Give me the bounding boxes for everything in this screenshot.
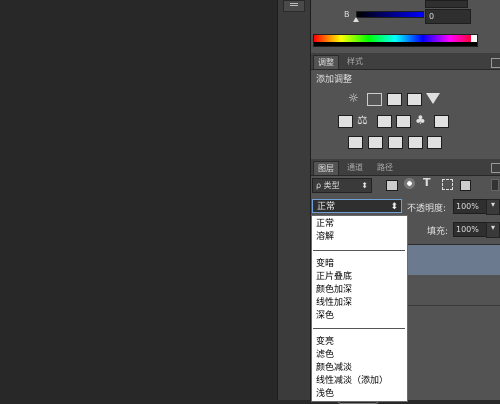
- menu-item-color-burn[interactable]: 颜色加深: [316, 284, 352, 296]
- panel-menu-icon[interactable]: [283, 0, 305, 12]
- chevron-updown-icon: ⬍: [390, 202, 398, 212]
- color-balance-icon[interactable]: ⚖: [357, 113, 368, 127]
- layer-row[interactable]: [407, 275, 500, 306]
- filter-pixel-icon[interactable]: [386, 180, 398, 191]
- color-lookup-icon[interactable]: [434, 115, 449, 128]
- layer-filter-label: ρ 类型: [316, 181, 340, 190]
- b-slider-handle-icon[interactable]: [353, 17, 359, 22]
- menu-item-lighter-color[interactable]: 浅色: [316, 388, 334, 400]
- collapsed-panel-strip: [277, 0, 310, 400]
- photo-filter-icon[interactable]: [396, 115, 411, 128]
- menu-item-linear-burn[interactable]: 线性加深: [316, 297, 352, 309]
- levels-icon[interactable]: [367, 93, 382, 106]
- fill-field[interactable]: 100%: [453, 222, 487, 237]
- layer-filter-select[interactable]: ρ 类型 ⬍: [312, 178, 372, 193]
- menu-item-dissolve[interactable]: 溶解: [316, 231, 334, 243]
- filter-adjustment-icon[interactable]: [404, 178, 415, 189]
- color-spectrum-bar[interactable]: [313, 34, 478, 47]
- filter-type-icon[interactable]: T: [423, 176, 431, 189]
- adjust-panel-menu-icon[interactable]: [491, 58, 500, 68]
- threshold-icon[interactable]: [388, 136, 403, 149]
- posterize-icon[interactable]: [368, 136, 383, 149]
- opacity-slider-icon[interactable]: ▾: [486, 199, 500, 215]
- menu-item-multiply[interactable]: 正片叠底: [316, 271, 352, 283]
- black-white-icon[interactable]: [377, 115, 392, 128]
- blend-mode-value: 正常: [317, 202, 336, 212]
- tab-layers[interactable]: 图层: [313, 161, 339, 175]
- tab-adjustments[interactable]: 调整: [313, 55, 339, 69]
- tab-paths[interactable]: 路径: [373, 161, 397, 174]
- menu-item-linear-dodge[interactable]: 线性减淡（添加）: [316, 375, 388, 387]
- menu-item-normal[interactable]: 正常: [316, 218, 334, 230]
- add-adjustment-title: 添加调整: [316, 75, 353, 85]
- fill-label: 填充:: [427, 227, 449, 237]
- exposure-icon[interactable]: [407, 93, 422, 106]
- channel-mixer-icon[interactable]: ♣: [415, 113, 426, 127]
- menu-divider: [313, 250, 405, 251]
- color-value-top-field[interactable]: 0: [425, 0, 468, 8]
- brightness-icon[interactable]: ☼: [348, 92, 361, 105]
- opacity-label: 不透明度:: [407, 204, 447, 214]
- layers-panel-tabbar: 图层 通道 路径: [311, 159, 500, 176]
- tab-channels[interactable]: 通道: [343, 161, 367, 174]
- blend-mode-menu: 正常 溶解 变暗 正片叠底 颜色加深 线性加深 深色 变亮 滤色 颜色减淡 线性…: [311, 215, 408, 402]
- menu-item-darken[interactable]: 变暗: [316, 258, 334, 270]
- adjust-panel-tabbar: 调整 样式: [311, 53, 500, 70]
- menu-item-color-dodge[interactable]: 颜色减淡: [316, 362, 352, 374]
- selected-layer-row[interactable]: [407, 244, 500, 276]
- menu-divider: [313, 328, 405, 329]
- gradient-map-icon[interactable]: [408, 136, 423, 149]
- invert-icon[interactable]: [348, 136, 363, 149]
- filter-smart-object-icon[interactable]: [460, 180, 471, 191]
- chevron-updown-icon: ⬍: [361, 181, 368, 190]
- vibrance-icon[interactable]: [426, 93, 440, 104]
- hue-saturation-icon[interactable]: [338, 115, 353, 128]
- layers-panel-menu-icon[interactable]: [491, 163, 500, 173]
- menu-item-screen[interactable]: 滤色: [316, 349, 334, 361]
- b-slider-label: B: [344, 10, 350, 19]
- tab-styles[interactable]: 样式: [343, 55, 367, 68]
- filter-shape-icon[interactable]: [442, 179, 453, 190]
- opacity-field[interactable]: 100%: [453, 199, 487, 214]
- filter-toggle-icon[interactable]: [491, 179, 499, 191]
- document-canvas: [0, 0, 277, 400]
- blend-mode-select[interactable]: 正常 ⬍: [312, 199, 402, 213]
- fill-slider-icon[interactable]: ▾: [486, 222, 500, 238]
- menu-item-darker-color[interactable]: 深色: [316, 310, 334, 322]
- curves-icon[interactable]: [387, 93, 402, 106]
- menu-item-lighten[interactable]: 变亮: [316, 336, 334, 348]
- b-slider-track[interactable]: [356, 11, 424, 18]
- selective-color-icon[interactable]: [427, 136, 442, 149]
- b-value-field[interactable]: 0: [425, 9, 471, 24]
